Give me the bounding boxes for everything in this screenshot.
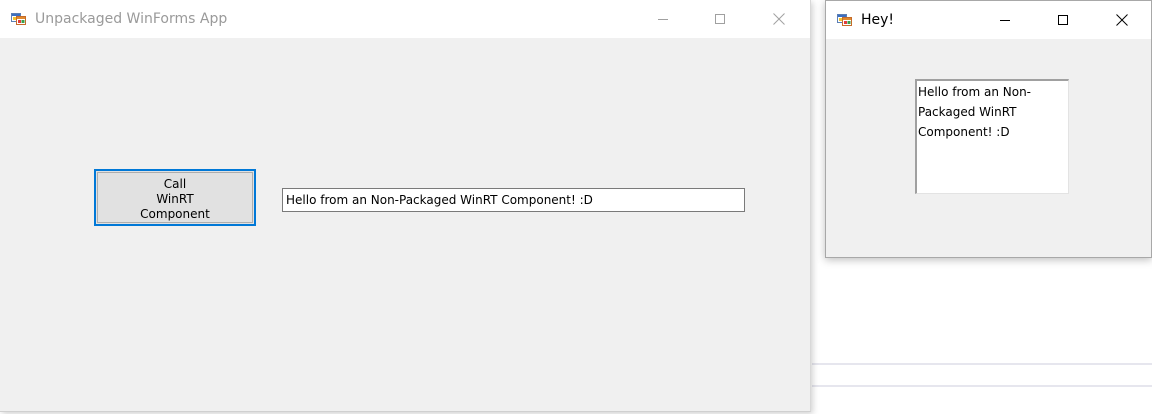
winforms-app-icon (837, 11, 853, 27)
maximize-icon (715, 14, 725, 24)
minimize-icon (1000, 20, 1010, 21)
dialog-window-client: Hello from an Non- Packaged WinRT Compon… (826, 39, 1151, 257)
message-textbox[interactable]: Hello from an Non- Packaged WinRT Compon… (915, 79, 1069, 194)
background-divider (812, 363, 1152, 365)
minimize-button[interactable] (640, 0, 686, 38)
close-button[interactable] (1099, 1, 1145, 39)
dialog-window[interactable]: Hey! Hello from an Non- Packaged WinRT C… (825, 0, 1152, 258)
close-icon (773, 13, 785, 25)
button-label-line-2: WinRT (156, 192, 194, 206)
winforms-app-icon (11, 10, 27, 26)
background-divider (812, 385, 1152, 387)
call-winrt-component-button[interactable]: Call WinRT Component (94, 169, 256, 226)
result-textbox[interactable]: Hello from an Non-Packaged WinRT Compone… (282, 188, 745, 212)
main-window-titlebar[interactable]: Unpackaged WinForms App (0, 0, 810, 38)
minimize-icon (658, 19, 668, 20)
maximize-button[interactable] (1040, 1, 1086, 39)
minimize-button[interactable] (982, 1, 1028, 39)
button-label-line-1: Call (163, 177, 187, 191)
dialog-window-titlebar[interactable]: Hey! (826, 1, 1151, 39)
message-line-2: Packaged WinRT (918, 105, 1017, 119)
main-window-client: Call WinRT Component Hello from an Non-P… (0, 38, 810, 411)
dialog-window-title: Hey! (861, 12, 895, 28)
maximize-button[interactable] (697, 0, 743, 38)
message-line-3: Component! :D (918, 125, 1010, 139)
close-icon (1116, 14, 1128, 26)
message-line-1: Hello from an Non- (918, 85, 1031, 99)
button-label-line-3: Component (140, 207, 210, 221)
maximize-icon (1058, 15, 1068, 25)
main-window-title: Unpackaged WinForms App (35, 11, 228, 27)
main-window[interactable]: Unpackaged WinForms App Call WinRT Compo… (0, 0, 811, 412)
desktop: Unpackaged WinForms App Call WinRT Compo… (0, 0, 1152, 414)
result-text: Hello from an Non-Packaged WinRT Compone… (286, 193, 593, 207)
close-button[interactable] (756, 0, 802, 38)
